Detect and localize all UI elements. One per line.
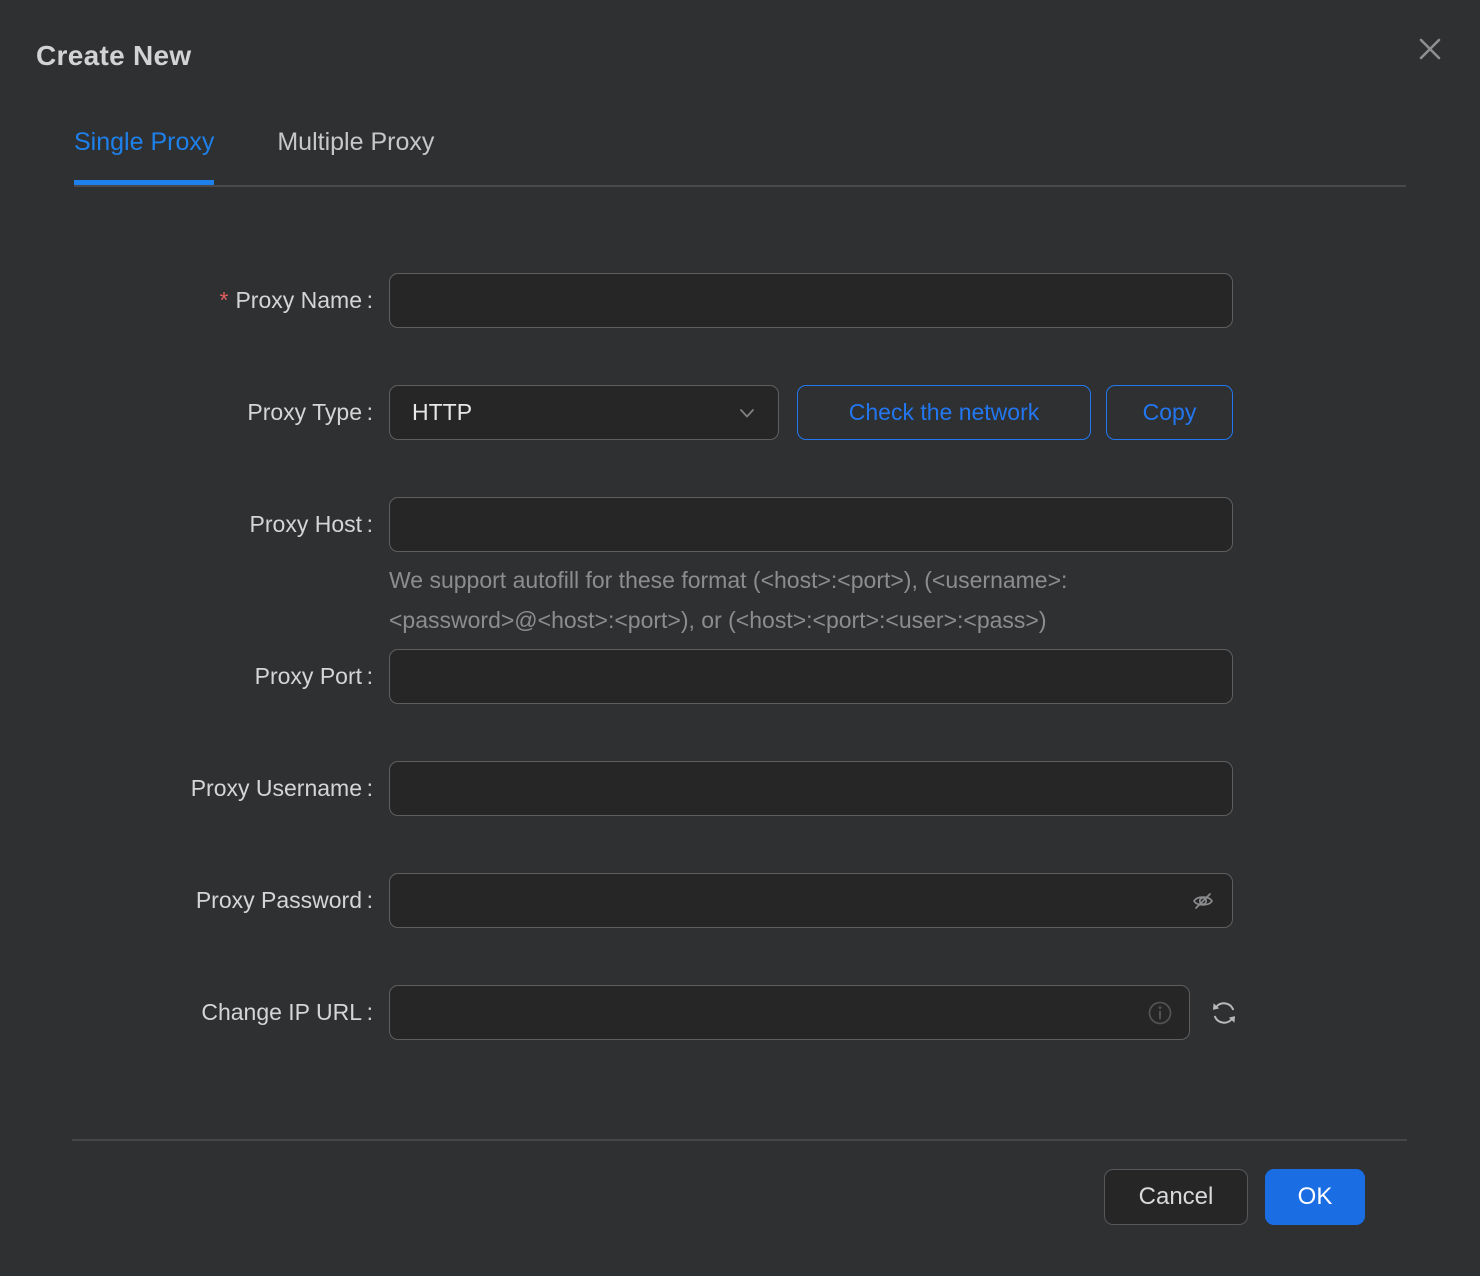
proxy-type-label: Proxy Type : xyxy=(247,399,373,425)
proxy-name-input[interactable] xyxy=(389,273,1233,328)
tab-bar: Single Proxy Multiple Proxy xyxy=(74,126,434,185)
chevron-down-icon xyxy=(738,404,756,422)
proxy-type-selected-value: HTTP xyxy=(412,399,473,425)
proxy-type-row: Proxy Type : HTTP Check the network Copy xyxy=(0,385,1480,440)
tab-multiple-proxy[interactable]: Multiple Proxy xyxy=(277,126,434,185)
copy-button[interactable]: Copy xyxy=(1106,385,1233,440)
proxy-password-row: Proxy Password : xyxy=(0,873,1480,928)
single-proxy-form: * Proxy Name : Proxy Type : HTTP Check th… xyxy=(0,273,1480,1097)
proxy-password-label: Proxy Password : xyxy=(195,887,373,913)
proxy-port-label: Proxy Port : xyxy=(254,663,373,689)
dialog-footer: Cancel OK xyxy=(72,1139,1407,1225)
info-circle-icon xyxy=(1146,999,1174,1027)
change-ip-url-input[interactable] xyxy=(389,985,1190,1040)
refresh-url-button[interactable] xyxy=(1208,997,1240,1029)
refresh-icon xyxy=(1209,998,1239,1028)
change-ip-url-label: Change IP URL : xyxy=(201,999,373,1025)
proxy-username-input[interactable] xyxy=(389,761,1233,816)
proxy-type-select[interactable]: HTTP xyxy=(389,385,779,440)
proxy-port-input[interactable] xyxy=(389,649,1233,704)
eye-invisible-icon[interactable] xyxy=(1189,887,1217,915)
proxy-name-label: * Proxy Name : xyxy=(219,287,373,313)
proxy-name-row: * Proxy Name : xyxy=(0,273,1480,328)
tabs-divider xyxy=(74,185,1406,187)
proxy-host-row: Proxy Host : We support autofill for the… xyxy=(0,497,1480,640)
proxy-password-input[interactable] xyxy=(389,873,1233,928)
proxy-host-helper-text: We support autofill for these format (<h… xyxy=(389,567,1068,633)
cancel-button[interactable]: Cancel xyxy=(1104,1169,1248,1225)
ok-button[interactable]: OK xyxy=(1265,1169,1365,1225)
proxy-host-label: Proxy Host : xyxy=(249,511,373,537)
proxy-username-row: Proxy Username : xyxy=(0,761,1480,816)
required-asterisk: * xyxy=(219,287,229,313)
close-icon xyxy=(1417,36,1443,62)
check-network-button[interactable]: Check the network xyxy=(797,385,1091,440)
proxy-username-label: Proxy Username : xyxy=(190,775,373,801)
proxy-host-input[interactable] xyxy=(389,497,1233,552)
close-button[interactable] xyxy=(1414,33,1446,65)
change-ip-url-row: Change IP URL : xyxy=(0,985,1480,1040)
proxy-port-row: Proxy Port : xyxy=(0,649,1480,704)
tab-single-proxy[interactable]: Single Proxy xyxy=(74,126,215,185)
dialog-title: Create New xyxy=(36,40,192,71)
